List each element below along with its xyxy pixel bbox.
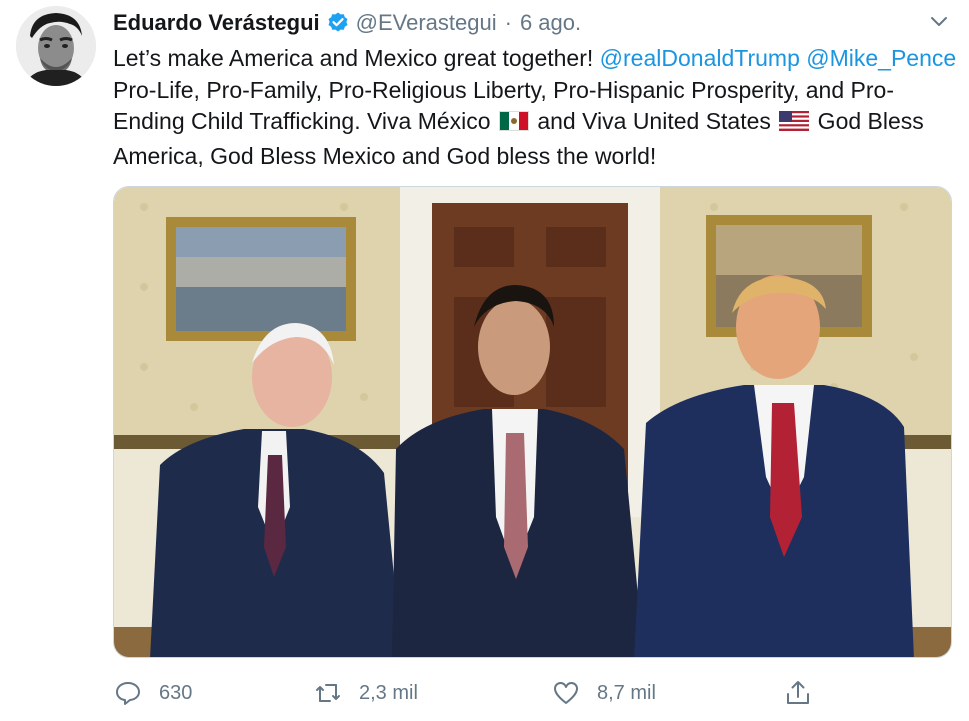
reply-button[interactable]: 630 xyxy=(113,675,192,711)
display-name[interactable]: Eduardo Verástegui xyxy=(113,10,320,36)
photo-image xyxy=(114,187,951,657)
tweet[interactable]: Eduardo Verástegui @EVerastegui · 6 ago.… xyxy=(0,0,969,721)
chevron-down-icon[interactable] xyxy=(928,10,950,32)
reply-icon xyxy=(113,678,143,708)
tweet-photo[interactable] xyxy=(113,186,952,658)
verified-badge-icon xyxy=(326,11,350,35)
retweet-count: 2,3 mil xyxy=(359,681,418,704)
like-count: 8,7 mil xyxy=(597,681,656,704)
tweet-text: Let’s make America and Mexico great toge… xyxy=(113,43,958,172)
share-button[interactable] xyxy=(783,675,813,711)
avatar-image xyxy=(16,6,96,86)
retweet-button[interactable]: 2,3 mil xyxy=(313,675,418,711)
tweet-text-part: Let’s make America and Mexico great toge… xyxy=(113,45,600,71)
mention-link[interactable]: @realDonaldTrump xyxy=(600,45,800,71)
reply-count: 630 xyxy=(159,681,193,704)
avatar[interactable] xyxy=(16,6,96,86)
tweet-actions: 630 2,3 mil 8,7 mil xyxy=(113,675,833,711)
tweet-text-part: and Viva United States xyxy=(530,108,778,134)
usa-flag-icon xyxy=(779,109,810,141)
share-icon xyxy=(783,678,813,708)
mexico-flag-icon xyxy=(498,109,529,141)
like-button[interactable]: 8,7 mil xyxy=(551,675,656,711)
timestamp[interactable]: 6 ago. xyxy=(520,10,581,36)
retweet-icon xyxy=(313,678,343,708)
mention-link[interactable]: @Mike_Pence xyxy=(806,45,956,71)
header-separator: · xyxy=(504,10,512,35)
tweet-header: Eduardo Verástegui @EVerastegui · 6 ago. xyxy=(113,8,581,38)
handle[interactable]: @EVerastegui xyxy=(356,10,497,36)
heart-icon xyxy=(551,678,581,708)
